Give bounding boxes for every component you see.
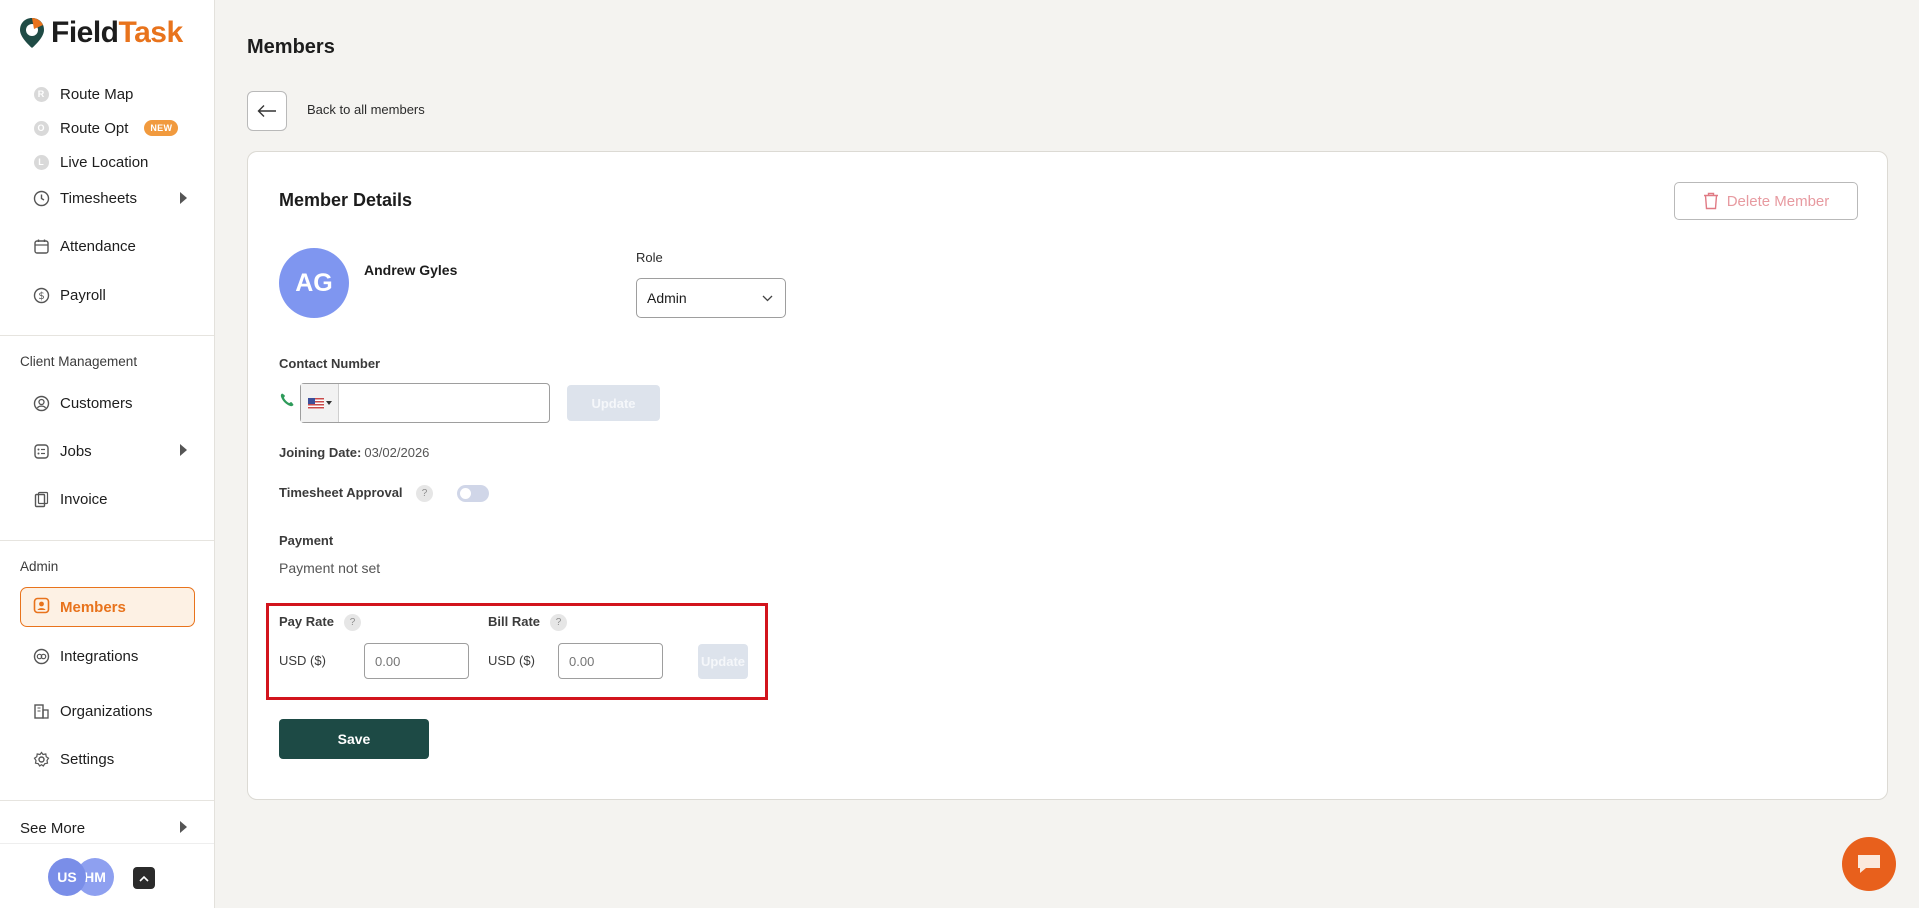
role-select[interactable]: Admin <box>636 278 786 318</box>
joining-date: Joining Date: 03/02/2026 <box>279 445 429 460</box>
update-contact-button[interactable]: Update <box>567 385 660 421</box>
sidebar-item-label: Route Map <box>60 85 134 103</box>
sidebar-item-route-map[interactable]: R Route Map <box>32 83 133 105</box>
calendar-icon <box>32 237 50 255</box>
phone-icon <box>279 392 295 413</box>
sidebar-item-label: Members <box>60 598 126 616</box>
member-details-card: Member Details Delete Member AG Andrew G… <box>247 151 1888 800</box>
payment-label: Payment <box>279 533 334 548</box>
brand-name: FieldTask <box>51 16 183 49</box>
delete-member-button[interactable]: Delete Member <box>1674 182 1858 220</box>
sidebar-divider <box>0 800 214 801</box>
payment-status: Payment not set <box>279 560 381 576</box>
sidebar-item-label: Payroll <box>60 286 106 304</box>
us-flag-icon <box>307 397 324 409</box>
card-title: Member Details <box>279 190 413 210</box>
sidebar-item-label: Attendance <box>60 237 136 255</box>
clock-icon <box>32 189 50 207</box>
back-to-members-link[interactable]: Back to all members <box>307 102 425 117</box>
expand-arrow-icon[interactable] <box>180 444 187 456</box>
sidebar-item-integrations[interactable]: Integrations <box>32 645 138 667</box>
sidebar-divider <box>0 540 214 541</box>
route-map-icon: R <box>32 85 50 103</box>
role-label: Role <box>636 250 663 265</box>
sidebar: FieldTask R Route Map O Route Opt NEW L … <box>0 0 215 908</box>
sidebar-item-label: Integrations <box>60 647 139 665</box>
sidebar-item-invoice[interactable]: Invoice <box>32 488 108 510</box>
caret-down-icon <box>325 401 332 405</box>
sidebar-item-members[interactable]: Members <box>20 587 195 627</box>
client-management-heading: Client Management <box>20 354 138 369</box>
chevron-up-icon <box>139 875 149 882</box>
svg-text:$: $ <box>38 291 44 302</box>
chat-bubble-icon <box>1858 855 1880 873</box>
sidebar-item-organizations[interactable]: Organizations <box>32 700 153 722</box>
joining-date-value: 03/02/2026 <box>364 445 430 460</box>
delete-member-label: Delete Member <box>1726 192 1830 210</box>
fieldtask-logo[interactable]: FieldTask <box>19 16 183 50</box>
sidebar-item-label: Route Opt <box>60 119 129 137</box>
sidebar-item-route-opt[interactable]: O Route Opt NEW <box>32 117 179 139</box>
members-icon <box>33 597 50 618</box>
sidebar-item-live-location[interactable]: L Live Location <box>32 151 148 173</box>
rates-highlight-box <box>266 603 768 700</box>
sidebar-item-attendance[interactable]: Attendance <box>32 235 136 257</box>
user-icon <box>32 394 50 412</box>
back-button[interactable] <box>247 91 287 131</box>
new-badge: NEW <box>144 120 179 136</box>
integrations-icon <box>32 647 50 665</box>
expand-up-button[interactable] <box>133 867 155 889</box>
sidebar-item-timesheets[interactable]: Timesheets <box>32 187 137 209</box>
sidebar-item-customers[interactable]: Customers <box>32 392 133 414</box>
timesheet-approval-label: Timesheet Approval <box>279 485 403 500</box>
sidebar-divider <box>0 335 214 336</box>
expand-arrow-icon[interactable] <box>180 821 187 833</box>
phone-number-input[interactable] <box>339 384 549 422</box>
joining-date-label: Joining Date: <box>279 445 362 460</box>
live-location-icon: L <box>32 153 50 171</box>
sidebar-item-label: Live Location <box>60 153 149 171</box>
invoice-icon <box>32 490 50 508</box>
timesheet-approval-toggle[interactable] <box>457 485 489 502</box>
building-icon <box>32 702 50 720</box>
sidebar-item-jobs[interactable]: Jobs <box>32 440 92 462</box>
trash-icon <box>1703 192 1718 210</box>
checklist-icon <box>32 442 50 460</box>
sidebar-item-label: Invoice <box>60 490 108 508</box>
dollar-icon: $ <box>32 286 50 304</box>
user-avatar[interactable]: US <box>48 858 86 896</box>
route-opt-icon: O <box>32 119 50 137</box>
location-pin-logo-icon <box>20 18 44 48</box>
sidebar-item-payroll[interactable]: $ Payroll <box>32 284 106 306</box>
role-value: Admin <box>647 290 687 306</box>
contact-number-label: Contact Number <box>279 356 381 371</box>
sidebar-item-label: Customers <box>60 394 133 412</box>
see-more-link[interactable]: See More <box>20 820 85 837</box>
help-icon[interactable]: ? <box>416 485 433 502</box>
expand-arrow-icon[interactable] <box>180 192 187 204</box>
admin-heading: Admin <box>20 559 59 574</box>
sidebar-item-label: Timesheets <box>60 189 137 207</box>
sidebar-item-settings[interactable]: Settings <box>32 748 114 770</box>
sidebar-item-label: Jobs <box>60 442 92 460</box>
arrow-left-icon <box>257 105 276 117</box>
member-name: Andrew Gyles <box>364 262 458 278</box>
save-button[interactable]: Save <box>279 719 429 759</box>
page-title: Members <box>247 36 335 58</box>
gear-icon <box>32 750 50 768</box>
sidebar-item-label: Organizations <box>60 702 153 720</box>
chevron-down-icon <box>762 295 773 301</box>
country-code-dropdown[interactable] <box>301 384 339 422</box>
sidebar-item-label: Settings <box>60 750 115 768</box>
member-avatar: AG <box>279 248 349 318</box>
chat-button[interactable] <box>1842 837 1896 891</box>
contact-number-field <box>300 383 550 423</box>
